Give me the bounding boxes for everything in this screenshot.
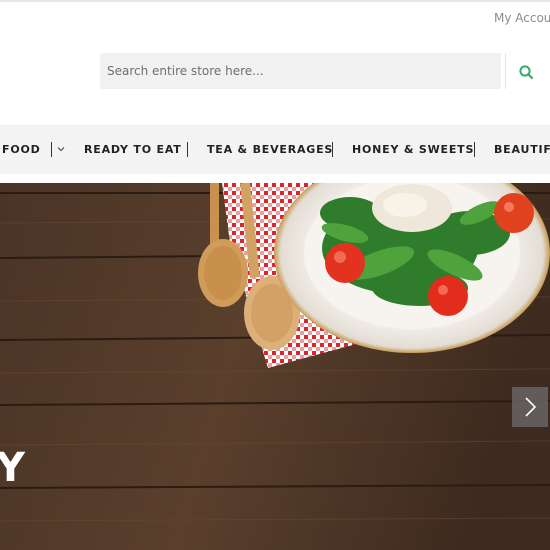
search-divider	[505, 53, 506, 89]
top-border	[0, 0, 550, 2]
page: My Accou FOOD READY TO EAT TEA & BEVERAG…	[0, 0, 550, 550]
nav-item-ready-to-eat[interactable]: READY TO EAT	[84, 125, 182, 174]
my-account-link[interactable]: My Accou	[494, 11, 550, 25]
chevron-right-icon	[525, 397, 537, 417]
chevron-down-icon[interactable]	[56, 144, 66, 154]
nav-item-food[interactable]: FOOD	[2, 125, 41, 174]
nav-separator	[474, 142, 475, 157]
nav-separator	[332, 142, 333, 157]
main-navigation: FOOD READY TO EAT TEA & BEVERAGES HONEY …	[0, 125, 550, 174]
search-button[interactable]	[515, 61, 537, 83]
nav-item-honey-sweets[interactable]: HONEY & SWEETS	[352, 125, 474, 174]
nav-separator	[51, 142, 52, 157]
hero-image	[0, 183, 550, 550]
nav-separator	[187, 142, 188, 157]
nav-item-beauty[interactable]: BEAUTIFU	[494, 125, 550, 174]
slider-next-button[interactable]	[512, 387, 548, 427]
hero-heading: Y	[0, 445, 25, 491]
search-input[interactable]	[100, 53, 501, 89]
nav-item-tea-beverages[interactable]: TEA & BEVERAGES	[207, 125, 333, 174]
hero-slider: Y	[0, 183, 550, 550]
search-icon	[519, 65, 534, 80]
